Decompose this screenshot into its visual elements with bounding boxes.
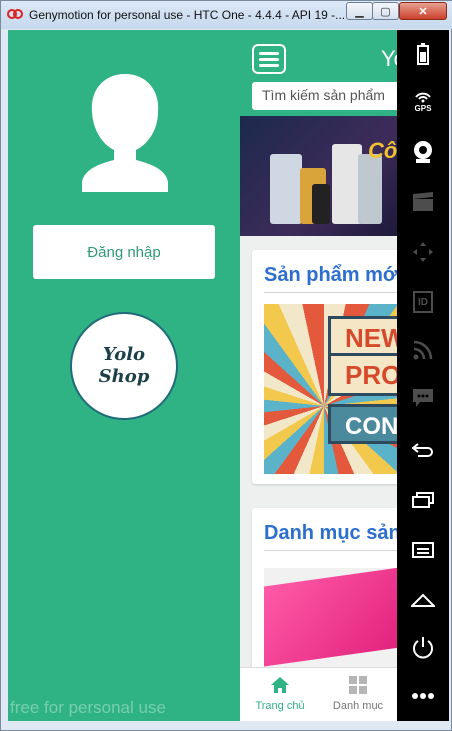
genymotion-window: Genymotion for personal use - HTC One - … — [0, 0, 452, 731]
categories-card[interactable]: Danh mục sản — [252, 508, 397, 688]
new-products-card[interactable]: Sản phẩm mớ NEW PRO CON — [252, 250, 397, 484]
back-icon — [412, 443, 433, 457]
section-title: Sản phẩm mớ — [264, 264, 397, 286]
menu-bar — [259, 58, 279, 61]
gps-label: GPS — [414, 104, 432, 113]
new-label: NEW — [328, 316, 397, 356]
nav-categories[interactable]: Danh mục — [318, 674, 397, 712]
recent-apps-icon — [412, 492, 434, 508]
title-bar[interactable]: Genymotion for personal use - HTC One - … — [1, 1, 452, 29]
search-input[interactable]: Tìm kiếm sản phẩm — [252, 82, 397, 110]
clapper-icon — [413, 192, 433, 211]
battery-button[interactable] — [397, 30, 449, 78]
bottom-navigation: Trang chủ Danh mục — [240, 667, 397, 721]
battery-icon — [417, 43, 429, 65]
screencast-button[interactable] — [397, 178, 449, 226]
genymotion-logo-icon — [7, 9, 23, 19]
phone-image — [270, 154, 302, 224]
remote-control-button[interactable] — [397, 228, 449, 276]
move-icon — [413, 242, 433, 262]
watermark-text: free for personal use — [10, 698, 166, 717]
user-avatar-icon — [82, 74, 168, 192]
minimize-button[interactable]: ▁ — [346, 2, 373, 20]
recent-apps-button[interactable] — [397, 476, 449, 524]
nav-categories-label: Danh mục — [332, 700, 384, 712]
webcam-icon — [414, 141, 432, 163]
home-button[interactable] — [397, 576, 449, 624]
divider — [264, 292, 397, 293]
gps-icon — [415, 92, 431, 103]
phone-image — [358, 154, 382, 224]
laptop-lid — [264, 568, 397, 667]
app-header: Yo Tìm kiếm sản phẩm — [240, 30, 397, 116]
menu-bar — [259, 64, 279, 67]
device-id-button[interactable]: ID — [397, 278, 449, 326]
menu-bar — [259, 52, 279, 55]
phone-image — [312, 184, 330, 224]
banner-text: Cô — [368, 138, 397, 163]
yolo-shop-logo: Yolo Shop — [70, 312, 178, 420]
gps-button[interactable]: GPS — [397, 78, 449, 126]
window-title: Genymotion for personal use - HTC One - … — [29, 8, 344, 22]
logo-line-1: Yolo — [102, 344, 146, 365]
emulator-toolbar: GPS ID — [397, 30, 449, 721]
home-icon — [271, 677, 289, 693]
product-label: PRO — [328, 356, 397, 396]
power-icon — [413, 637, 433, 659]
device-screen: Yo Tìm kiếm sản phẩm Cô Sản phẩm mớ NEW … — [8, 30, 397, 721]
new-products-image[interactable]: NEW PRO CON — [264, 304, 397, 474]
app-title: Yo — [381, 46, 397, 71]
more-button[interactable] — [397, 672, 449, 720]
divider — [264, 550, 397, 551]
network-button[interactable] — [397, 326, 449, 374]
promo-banner[interactable]: Cô — [240, 116, 397, 236]
close-button[interactable]: ✕ — [399, 2, 447, 20]
hamburger-menu-button[interactable] — [252, 44, 286, 74]
webcam-button[interactable] — [397, 128, 449, 176]
logo-line-2: Shop — [98, 366, 150, 387]
login-button[interactable]: Đăng nhập — [33, 225, 215, 279]
coming-label: CON — [328, 404, 397, 444]
navigation-drawer: Đăng nhập Yolo Shop free for personal us… — [8, 30, 240, 721]
app-main: Yo Tìm kiếm sản phẩm Cô Sản phẩm mớ NEW … — [240, 30, 397, 721]
id-icon: ID — [413, 291, 433, 313]
home-icon — [411, 593, 435, 607]
maximize-button[interactable]: ▢ — [372, 2, 399, 20]
more-icon — [412, 693, 434, 699]
power-button[interactable] — [397, 624, 449, 672]
phone-sms-button[interactable] — [397, 374, 449, 422]
nav-home[interactable]: Trang chủ — [240, 674, 320, 712]
back-button[interactable] — [397, 426, 449, 474]
chat-icon — [413, 389, 433, 407]
menu-button[interactable] — [397, 526, 449, 574]
nav-home-label: Trang chủ — [255, 700, 305, 712]
rss-icon — [413, 340, 433, 360]
section-title: Danh mục sản — [264, 522, 397, 544]
grid-icon — [349, 676, 367, 694]
menu-icon — [412, 542, 434, 558]
